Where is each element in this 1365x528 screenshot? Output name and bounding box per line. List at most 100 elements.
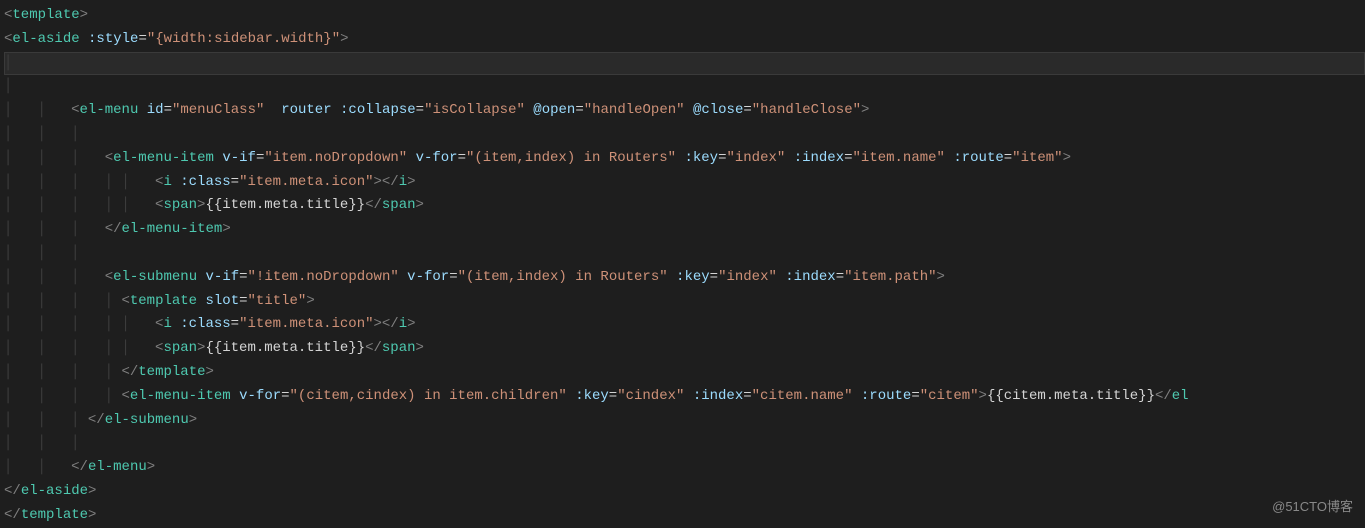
- code-token: :route: [861, 388, 911, 404]
- indent-guide: │: [71, 432, 79, 456]
- code-token: >: [222, 221, 230, 237]
- code-token: :key: [575, 388, 609, 404]
- code-token: el-menu: [80, 102, 139, 118]
- indent-guide: │: [71, 313, 79, 337]
- code-token: [332, 102, 340, 118]
- code-line[interactable]: │ │ │ │ │ <span>{{item.meta.title}}</spa…: [4, 337, 1365, 361]
- indent-guide: │: [105, 194, 113, 218]
- code-token: i: [399, 316, 407, 332]
- code-token: =: [281, 388, 289, 404]
- code-token: =: [449, 269, 457, 285]
- code-token: span: [382, 197, 416, 213]
- indent-guide: │: [4, 361, 12, 385]
- code-line[interactable]: │ │ │ │ │ <span>{{item.meta.title}}</spa…: [4, 194, 1365, 218]
- code-line[interactable]: <el-aside :style="{width:sidebar.width}"…: [4, 28, 1365, 52]
- code-token: "citem": [920, 388, 979, 404]
- indent-guide: │: [38, 242, 46, 266]
- code-token: [852, 388, 860, 404]
- code-line[interactable]: <template>: [4, 4, 1365, 28]
- code-token: =: [231, 174, 239, 190]
- code-line[interactable]: │ │ │ <el-submenu v-if="!item.noDropdown…: [4, 266, 1365, 290]
- code-line[interactable]: │ │ │ │ </template>: [4, 361, 1365, 385]
- indent-guide: │: [71, 290, 79, 314]
- code-token: =: [844, 150, 852, 166]
- indent-guide: │: [105, 313, 113, 337]
- code-line[interactable]: │ │ │ │ │ <i :class="item.meta.icon"></i…: [4, 171, 1365, 195]
- code-token: :index: [794, 150, 844, 166]
- code-line[interactable]: │ │ │ <el-menu-item v-if="item.noDropdow…: [4, 147, 1365, 171]
- indent-guide: │: [121, 313, 129, 337]
- code-token: >: [1063, 150, 1071, 166]
- code-token: span: [163, 340, 197, 356]
- code-token: "item.name": [853, 150, 945, 166]
- code-token: [785, 150, 793, 166]
- code-token: el: [1172, 388, 1189, 404]
- code-token: [80, 31, 88, 47]
- code-token: >: [979, 388, 987, 404]
- code-line[interactable]: │ │ │ │ <el-menu-item v-for="(citem,cind…: [4, 385, 1365, 409]
- indent-guide: │: [4, 337, 12, 361]
- code-token: =: [609, 388, 617, 404]
- code-token: =: [231, 316, 239, 332]
- code-token: =: [743, 388, 751, 404]
- code-token: [197, 269, 205, 285]
- indent-guide: │: [121, 171, 129, 195]
- code-token: el-menu-item: [130, 388, 231, 404]
- indent-guide: │: [38, 266, 46, 290]
- code-token: "cindex": [617, 388, 684, 404]
- code-token: span: [382, 340, 416, 356]
- indent-guide: │: [71, 409, 79, 433]
- code-token: [197, 293, 205, 309]
- code-token: </: [88, 412, 105, 428]
- code-token: </: [121, 364, 138, 380]
- code-token: >: [88, 483, 96, 499]
- code-token: >: [206, 364, 214, 380]
- code-token: slot: [206, 293, 240, 309]
- code-token: v-for: [416, 150, 458, 166]
- code-line[interactable]: │ │ <el-menu id="menuClass" router :coll…: [4, 99, 1365, 123]
- code-line[interactable]: │ │ │: [4, 242, 1365, 266]
- code-token: >: [189, 412, 197, 428]
- code-token: "(item,index) in Routers": [466, 150, 676, 166]
- code-line[interactable]: │ │ │ </el-menu-item>: [4, 218, 1365, 242]
- code-line[interactable]: │ │ │ │ <template slot="title">: [4, 290, 1365, 314]
- indent-guide: │: [38, 290, 46, 314]
- code-token: >: [80, 7, 88, 23]
- code-line[interactable]: │ │ │: [4, 432, 1365, 456]
- code-token: [668, 269, 676, 285]
- code-token: =: [239, 269, 247, 285]
- code-token: <: [105, 269, 113, 285]
- code-line[interactable]: │ │ │ </el-submenu>: [4, 409, 1365, 433]
- indent-guide: │: [121, 337, 129, 361]
- code-token: =: [836, 269, 844, 285]
- code-token: </: [4, 507, 21, 523]
- code-token: >: [937, 269, 945, 285]
- code-line[interactable]: </el-aside>: [4, 480, 1365, 504]
- code-line[interactable]: │ │ </el-menu>: [4, 456, 1365, 480]
- code-line[interactable]: │ │ │: [4, 123, 1365, 147]
- indent-guide: │: [4, 52, 12, 76]
- code-token: >: [88, 507, 96, 523]
- code-token: v-for: [239, 388, 281, 404]
- code-line[interactable]: </template>: [4, 504, 1365, 528]
- indent-guide: │: [71, 385, 79, 409]
- indent-guide: │: [38, 171, 46, 195]
- code-token: i: [163, 316, 171, 332]
- code-token: "menuClass": [172, 102, 264, 118]
- code-token: [567, 388, 575, 404]
- code-token: >: [416, 197, 424, 213]
- code-line[interactable]: │: [4, 52, 1365, 76]
- indent-guide: │: [71, 147, 79, 171]
- code-line[interactable]: │ │ │ │ │ <i :class="item.meta.icon"></i…: [4, 313, 1365, 337]
- code-editor[interactable]: <template><el-aside :style="{width:sideb…: [0, 0, 1365, 528]
- code-token: =: [575, 102, 583, 118]
- indent-guide: │: [105, 290, 113, 314]
- indent-guide: │: [38, 409, 46, 433]
- code-line[interactable]: │: [4, 75, 1365, 99]
- indent-guide: │: [38, 361, 46, 385]
- code-token: :index: [785, 269, 835, 285]
- indent-guide: │: [38, 218, 46, 242]
- code-token: =: [416, 102, 424, 118]
- code-token: :collapse: [340, 102, 416, 118]
- code-token: i: [399, 174, 407, 190]
